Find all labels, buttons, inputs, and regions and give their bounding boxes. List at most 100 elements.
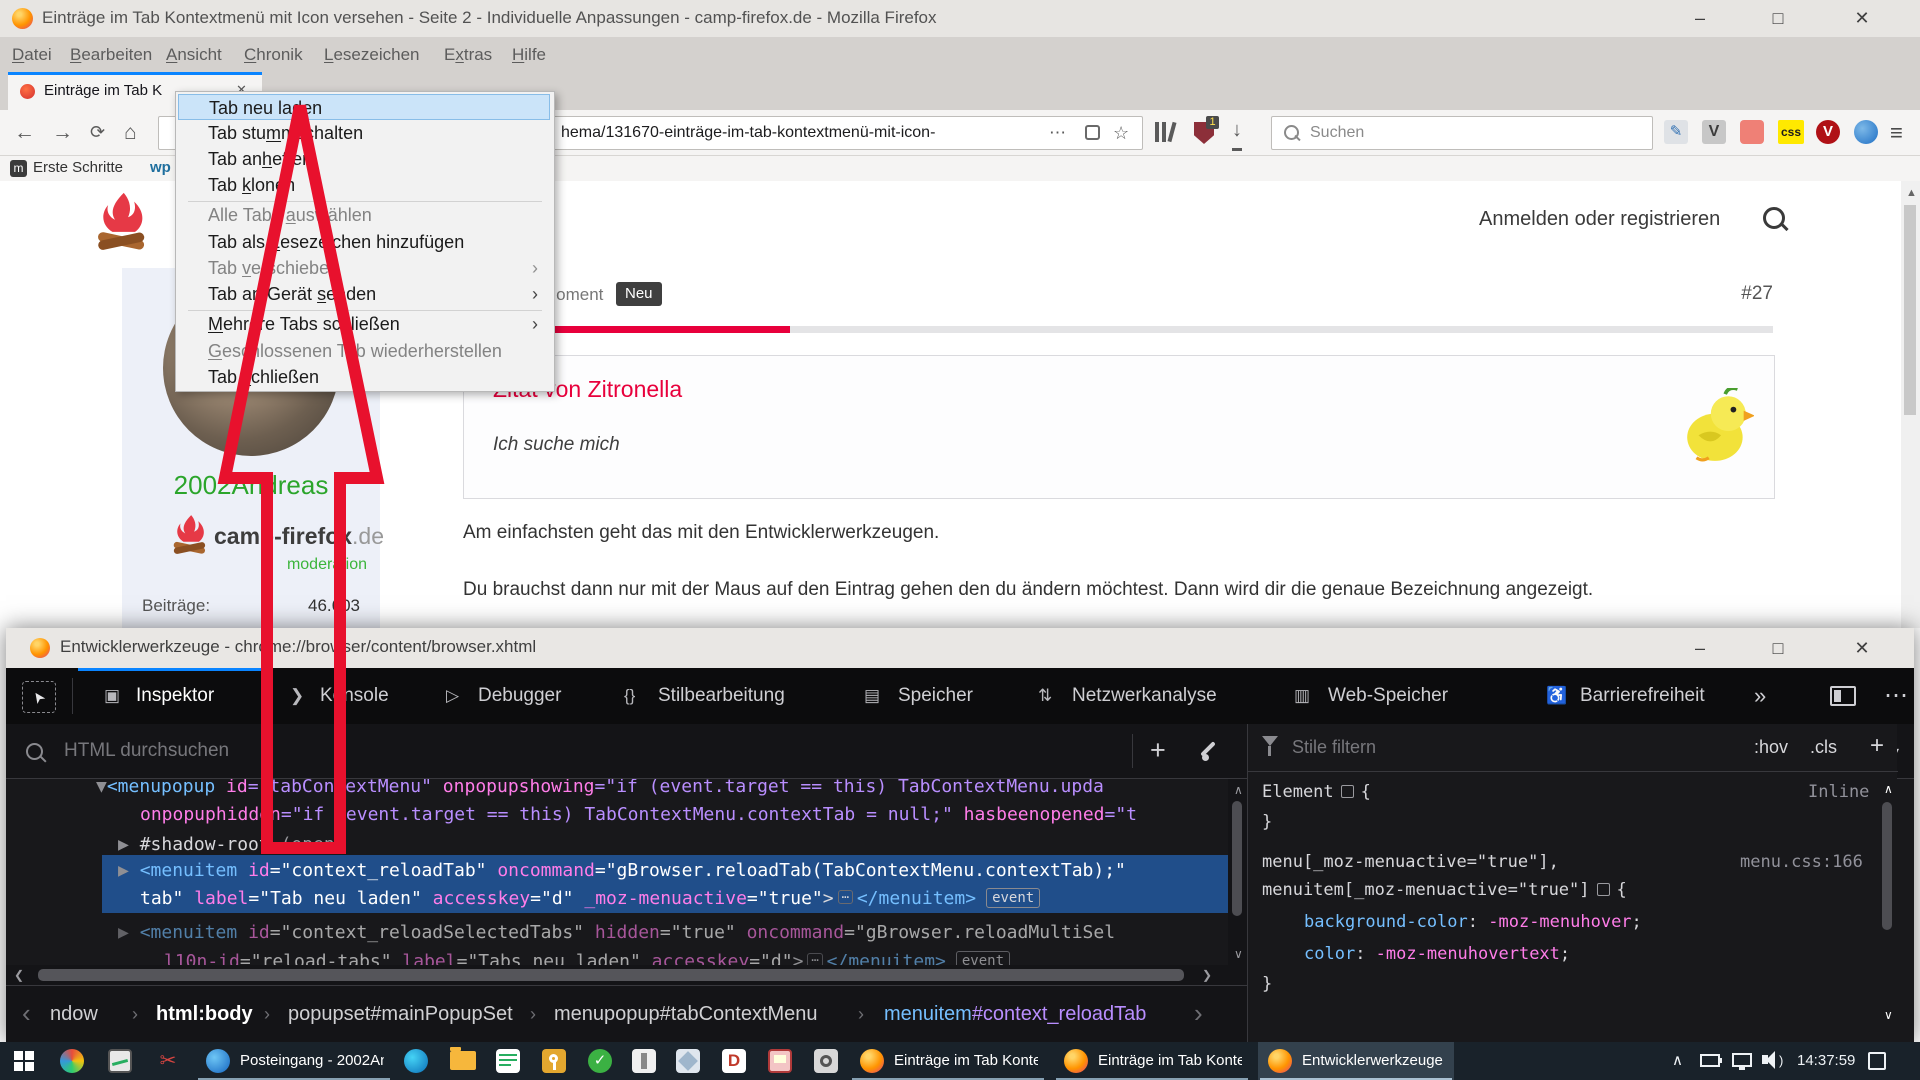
tab-debugger[interactable]: Debugger (478, 668, 561, 724)
ext-v-icon[interactable]: V (1702, 120, 1726, 144)
menu-datei[interactable]: Datei (8, 37, 56, 72)
taskbar-retro-pc-icon[interactable] (768, 1049, 792, 1073)
breadcrumb-forward-icon[interactable]: › (1194, 986, 1203, 1040)
tray-chevron-icon[interactable]: ∧ (1672, 1042, 1683, 1080)
hamburger-menu-icon[interactable]: ≡ (1890, 110, 1903, 155)
hscrollbar-thumb[interactable] (38, 969, 1184, 981)
menuitem-tab-neu-laden[interactable]: Tab neu laden (178, 94, 550, 120)
tab-inspektor[interactable]: Inspektor (136, 668, 214, 724)
minimize-button[interactable]: – (1678, 3, 1722, 33)
scrollbar-thumb[interactable] (1232, 801, 1242, 916)
scroll-down-icon[interactable]: ∨ (1234, 947, 1243, 961)
menuitem-tab-an-geraet-senden[interactable]: Tab an Gerät senden› (178, 281, 550, 307)
tray-clock[interactable]: 14:37:59 (1797, 1042, 1855, 1080)
maximize-button[interactable]: □ (1756, 633, 1800, 663)
menu-chronik[interactable]: Chronik (240, 37, 307, 72)
taskbar-thunderbird-button[interactable]: Posteingang - 2002An... (196, 1042, 392, 1080)
devtools-titlebar[interactable]: Entwicklerwerkzeuge - chrome://browser/c… (6, 628, 1914, 668)
taskbar-firefox-button-1[interactable]: Einträge im Tab Konte... (850, 1042, 1046, 1080)
menu-bearbeiten[interactable]: Bearbeiten (66, 37, 156, 72)
menuitem-tab-schliessen[interactable]: Tab schließen (178, 364, 550, 390)
login-link[interactable]: Anmelden oder registrieren (1479, 208, 1720, 231)
minimize-button[interactable]: – (1678, 633, 1722, 663)
scroll-left-icon[interactable]: ❮ (14, 968, 24, 982)
page-actions-icon[interactable]: ⋯ (1049, 117, 1066, 149)
taskbar-d-tool-icon[interactable]: D (722, 1049, 746, 1073)
tab-netzwerkanalyse[interactable]: Netzwerkanalyse (1072, 668, 1217, 724)
markup-hscrollbar[interactable]: ❮ ❯ (6, 965, 1247, 985)
tab-barrierefreiheit[interactable]: Barrierefreiheit (1580, 668, 1705, 724)
ext-sync-icon[interactable] (1854, 120, 1878, 144)
class-toggle[interactable]: .cls (1810, 724, 1837, 770)
html-search-input[interactable]: HTML durchsuchen (64, 724, 229, 778)
bookmark-erste-schritte[interactable]: Erste Schritte (33, 159, 123, 176)
rules-scrollbar[interactable]: ∧ ∨ (1878, 772, 1897, 1042)
highlight-target-icon[interactable] (1341, 785, 1354, 798)
breadcrumb-selected-menuitem[interactable]: menuitem#context_reloadTab (884, 986, 1146, 1042)
code-line-reloadtab[interactable]: ▶ <menuitem id="context_reloadTab" oncom… (118, 857, 1126, 885)
taskbar-antivirus-icon[interactable]: ✓ (588, 1049, 612, 1073)
code-line-reloadselectedtabs-cont[interactable]: l10n-id="reload-tabs" label="Tabs neu la… (164, 948, 1010, 965)
close-button[interactable]: ✕ (1840, 633, 1884, 663)
taskbar-app-icon-2[interactable] (676, 1049, 700, 1073)
rule-decl-background[interactable]: background-color: -moz-menuhover; (1304, 908, 1642, 936)
rules-filter-input[interactable]: Stile filtern (1292, 724, 1376, 770)
back-icon[interactable]: ← (14, 110, 35, 155)
pseudo-class-toggle[interactable]: :hov (1754, 724, 1788, 770)
menuitem-tab-wiederherstellen[interactable]: Geschlossenen Tab wiederherstellen (178, 338, 550, 364)
tab-web-speicher[interactable]: Web-Speicher (1328, 668, 1448, 724)
author-name[interactable]: 2002Andreas (122, 470, 380, 501)
split-console-icon[interactable] (1830, 686, 1856, 706)
reload-icon[interactable]: ⟳ (90, 110, 105, 155)
breadcrumb-popupset[interactable]: popupset#mainPopupSet (288, 986, 513, 1042)
quote-author-avatar-bird[interactable] (1682, 388, 1754, 464)
ext-stylus-icon[interactable] (1740, 120, 1764, 144)
tray-battery-icon[interactable] (1700, 1054, 1720, 1067)
tab-speicher[interactable]: Speicher (898, 668, 973, 724)
bookmark-star-icon[interactable]: ☆ (1113, 117, 1129, 149)
rule-selector-menuitem[interactable]: menuitem[_moz-menuactive="true"]{ (1262, 876, 1627, 904)
menu-lesezeichen[interactable]: Lesezeichen (320, 37, 423, 72)
menu-ansicht[interactable]: Ansicht (162, 37, 226, 72)
menuitem-tab-anheften[interactable]: Tab anheften (178, 146, 550, 172)
event-badge[interactable]: event (956, 951, 1010, 965)
taskbar-firefox-button-2[interactable]: Einträge im Tab Konte... (1054, 1042, 1250, 1080)
library-icon[interactable] (1155, 122, 1159, 142)
ext-video-icon[interactable]: V (1816, 120, 1840, 144)
code-line-menupopup[interactable]: ▼<menupopup id="tabContextMenu" onpopups… (96, 779, 1104, 801)
download-icon[interactable]: ↓ (1232, 110, 1242, 151)
taskbar-notes-icon[interactable] (496, 1049, 520, 1073)
action-center-icon[interactable] (1868, 1052, 1886, 1070)
devtools-options-icon[interactable]: ⋯ (1884, 668, 1909, 724)
taskbar-monitor-icon[interactable] (108, 1049, 132, 1073)
rule-selector-menu[interactable]: menu[_moz-menuactive="true"], (1262, 848, 1559, 876)
scroll-right-icon[interactable]: ❯ (1202, 968, 1212, 982)
menu-extras[interactable]: Extras (440, 37, 496, 72)
menuitem-tab-klonen[interactable]: Tab klonen (178, 172, 550, 198)
breadcrumb-menupopup[interactable]: menupopup#tabContextMenu (554, 986, 818, 1042)
close-button[interactable]: ✕ (1840, 3, 1884, 33)
taskbar-edge-icon[interactable] (404, 1049, 428, 1073)
code-line-menupopup-cont[interactable]: onpopuphidden="if (event.target == this)… (140, 801, 1137, 829)
tab-konsole[interactable]: Konsole (320, 668, 389, 724)
menuitem-mehrere-tabs-schliessen[interactable]: Mehrere Tabs schließen› (178, 311, 550, 337)
more-tabs-chevron-icon[interactable]: » (1754, 668, 1766, 724)
markup-scrollbar[interactable]: ∧ ∨ (1228, 779, 1247, 965)
scrollbar-thumb[interactable] (1904, 205, 1916, 415)
rule-decl-color[interactable]: color: -moz-menuhovertext; (1304, 940, 1570, 968)
camp-firefox-logo[interactable] (96, 191, 148, 259)
rule-source-inline[interactable]: Inline (1808, 778, 1869, 806)
page-scrollbar[interactable]: ▲ (1901, 181, 1920, 628)
tray-display-icon[interactable] (1732, 1053, 1752, 1067)
titlebar[interactable]: Einträge im Tab Kontextmenü mit Icon ver… (0, 0, 1920, 37)
breadcrumb-back-icon[interactable]: ‹ (22, 986, 31, 1040)
forward-icon[interactable]: → (52, 110, 73, 155)
taskbar-keepass-icon[interactable] (542, 1049, 566, 1073)
menu-hilfe[interactable]: Hilfe (508, 37, 550, 72)
scrollbar-thumb[interactable] (1882, 802, 1892, 930)
menuitem-tab-stummschalten[interactable]: Tab stummschalten (178, 120, 550, 146)
search-bar[interactable]: Suchen (1271, 116, 1653, 150)
add-rule-button[interactable]: + (1870, 724, 1884, 768)
node-picker-icon[interactable]: ➤ (22, 681, 56, 713)
rule-element-selector[interactable]: Element{ (1262, 778, 1371, 806)
